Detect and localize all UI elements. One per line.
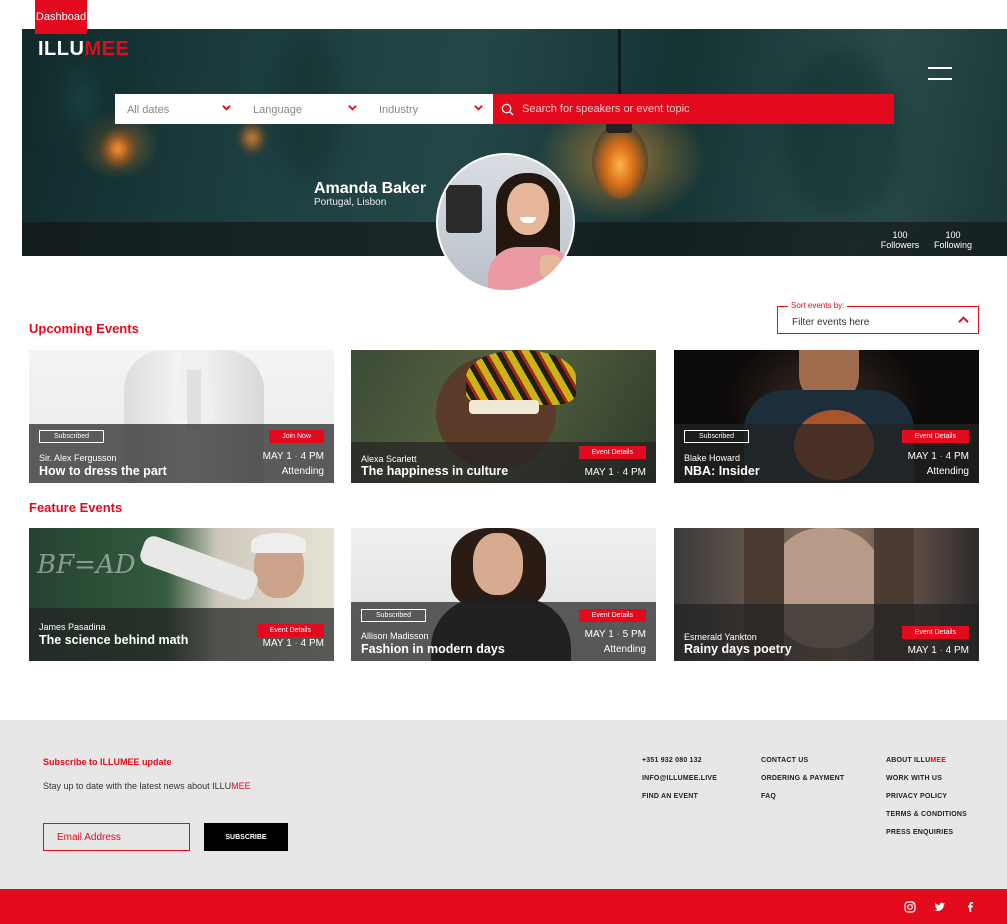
search-box bbox=[493, 94, 894, 124]
sort-legend: Sort events by: bbox=[788, 301, 848, 310]
event-details-button[interactable]: Event Details bbox=[578, 446, 646, 459]
event-card[interactable]: Subscribed Event Details Blake Howard NB… bbox=[674, 350, 979, 483]
nav-item-dashboard[interactable]: Dashboad bbox=[35, 0, 87, 34]
footer-link-find-event[interactable]: FIND AN EVENT bbox=[642, 793, 698, 800]
event-card[interactable]: Event Details Alexa Scarlett The happine… bbox=[351, 350, 656, 483]
followers-count: 100 bbox=[892, 230, 908, 240]
event-date: MAY 1 · 5 PM bbox=[584, 629, 646, 640]
footer-link-faq[interactable]: FAQ bbox=[761, 793, 776, 800]
email-field[interactable] bbox=[43, 823, 190, 851]
footer-phone[interactable]: +351 932 080 132 bbox=[642, 757, 702, 764]
nav-item-store[interactable]: Store bbox=[333, 0, 359, 34]
logo-accent: MEE bbox=[84, 38, 130, 60]
event-speaker: Blake Howard bbox=[684, 453, 741, 463]
subscribe-text: Stay up to date with the latest news abo… bbox=[43, 781, 251, 791]
chevron-down-icon bbox=[222, 105, 231, 111]
avatar[interactable] bbox=[436, 153, 575, 292]
facebook-icon[interactable] bbox=[964, 901, 976, 913]
event-details-button[interactable]: Event Details bbox=[256, 624, 324, 637]
nav-item-new-event[interactable]: New event bbox=[197, 0, 249, 34]
sort-events-dropdown[interactable]: Sort events by: Filter events here bbox=[777, 301, 979, 334]
attending-status: Attending bbox=[926, 466, 969, 477]
subscribe-button[interactable]: SUBSCRIBE bbox=[204, 823, 288, 851]
brand-logo[interactable]: ILLUMEE bbox=[38, 38, 129, 61]
event-title: The science behind math bbox=[39, 633, 189, 647]
event-speaker: Allison Madisson bbox=[361, 631, 429, 641]
subscribed-badge: Subscribed bbox=[684, 430, 750, 443]
followers-label: Followers bbox=[880, 240, 920, 250]
footer-link-work[interactable]: WORK WITH US bbox=[886, 775, 942, 782]
event-title: How to dress the part bbox=[39, 464, 167, 478]
subscribed-badge: Subscribed bbox=[39, 430, 105, 443]
subscribe-title: Subscribe to ILLUMEE update bbox=[43, 757, 172, 767]
event-details-button[interactable]: Event Details bbox=[578, 609, 646, 622]
event-speaker: Alexa Scarlett bbox=[361, 454, 417, 464]
attending-status: Attending bbox=[603, 644, 646, 655]
event-title: NBA: Insider bbox=[684, 464, 760, 478]
event-card[interactable]: Subscribed Join Now Sir. Alex Fergusson … bbox=[29, 350, 334, 483]
event-title: Fashion in modern days bbox=[361, 642, 505, 656]
following-label: Following bbox=[933, 240, 973, 250]
bottom-bar bbox=[0, 889, 1007, 924]
footer-link-press[interactable]: PRESS ENQUIRIES bbox=[886, 829, 953, 836]
footer-link-terms[interactable]: TERMS & CONDITIONS bbox=[886, 811, 967, 818]
event-date: MAY 1 · 4 PM bbox=[907, 645, 969, 656]
logo-text: ILLU bbox=[38, 38, 85, 60]
footer-link-about[interactable]: ABOUT ILLUMEE bbox=[886, 757, 946, 764]
footer-link-privacy[interactable]: PRIVACY POLICY bbox=[886, 793, 947, 800]
nav-item-your-events[interactable]: Your events bbox=[262, 0, 320, 34]
light-bulb-image bbox=[592, 124, 648, 199]
twitter-icon[interactable] bbox=[934, 901, 946, 913]
following-count: 100 bbox=[945, 230, 961, 240]
event-card[interactable]: Subscribed Event Details Allison Madisso… bbox=[351, 528, 656, 661]
event-speaker: James Pasadina bbox=[39, 622, 106, 632]
event-title: The happiness in culture bbox=[361, 464, 509, 478]
chevron-down-icon bbox=[474, 105, 483, 111]
instagram-icon[interactable] bbox=[904, 901, 916, 913]
feature-events-title: Feature Events bbox=[29, 500, 123, 515]
light-bulb-image bbox=[100, 129, 136, 169]
language-filter-label: Language bbox=[253, 104, 302, 116]
light-bulb-image bbox=[237, 121, 267, 155]
join-now-button[interactable]: Join Now bbox=[269, 430, 324, 443]
event-speaker: Esmerald Yankton bbox=[684, 632, 757, 642]
profile-name: Amanda Baker bbox=[314, 180, 427, 197]
search-icon[interactable] bbox=[501, 103, 514, 116]
event-speaker: Sir. Alex Fergusson bbox=[39, 453, 117, 463]
followers-stat[interactable]: 100 Followers bbox=[880, 230, 920, 250]
nav-item-feed[interactable]: Feed bbox=[100, 0, 126, 34]
event-date: MAY 1 · 4 PM bbox=[262, 638, 324, 649]
menu-icon[interactable] bbox=[928, 66, 952, 82]
event-date: MAY 1 · 4 PM bbox=[262, 451, 324, 462]
search-filter-bar: All dates Language Industry bbox=[115, 94, 894, 124]
chevron-down-icon bbox=[348, 105, 357, 111]
date-filter-dropdown[interactable]: All dates bbox=[115, 94, 241, 124]
upcoming-events-title: Upcoming Events bbox=[29, 321, 139, 336]
event-title: Rainy days poetry bbox=[684, 642, 792, 656]
footer-link-contact[interactable]: CONTACT US bbox=[761, 757, 808, 764]
date-filter-label: All dates bbox=[127, 104, 170, 116]
subscribed-badge: Subscribed bbox=[361, 609, 427, 622]
nav-item-calendar[interactable]: Calendar bbox=[139, 0, 184, 34]
industry-filter-dropdown[interactable]: Industry bbox=[367, 94, 493, 124]
attending-status: Attending bbox=[281, 466, 324, 477]
search-input[interactable] bbox=[522, 103, 872, 115]
chevron-up-icon bbox=[958, 316, 969, 323]
industry-filter-label: Industry bbox=[379, 104, 419, 116]
footer bbox=[0, 720, 1007, 890]
footer-email-link[interactable]: INFO@ILLUMEE.LIVE bbox=[642, 775, 717, 782]
event-card[interactable]: Event Details Esmerald Yankton Rainy day… bbox=[674, 528, 979, 661]
language-filter-dropdown[interactable]: Language bbox=[241, 94, 367, 124]
event-details-button[interactable]: Event Details bbox=[901, 430, 969, 443]
event-details-button[interactable]: Event Details bbox=[901, 626, 969, 639]
background-blur bbox=[782, 49, 902, 219]
footer-link-ordering[interactable]: ORDERING & PAYMENT bbox=[761, 775, 844, 782]
sort-value: Filter events here bbox=[792, 317, 870, 328]
event-date: MAY 1 · 4 PM bbox=[907, 451, 969, 462]
following-stat[interactable]: 100 Following bbox=[933, 230, 973, 250]
profile-location: Portugal, Lisbon bbox=[314, 197, 387, 208]
event-date: MAY 1 · 4 PM bbox=[584, 467, 646, 478]
event-card[interactable]: BF=AD Event Details James Pasadina The s… bbox=[29, 528, 334, 661]
